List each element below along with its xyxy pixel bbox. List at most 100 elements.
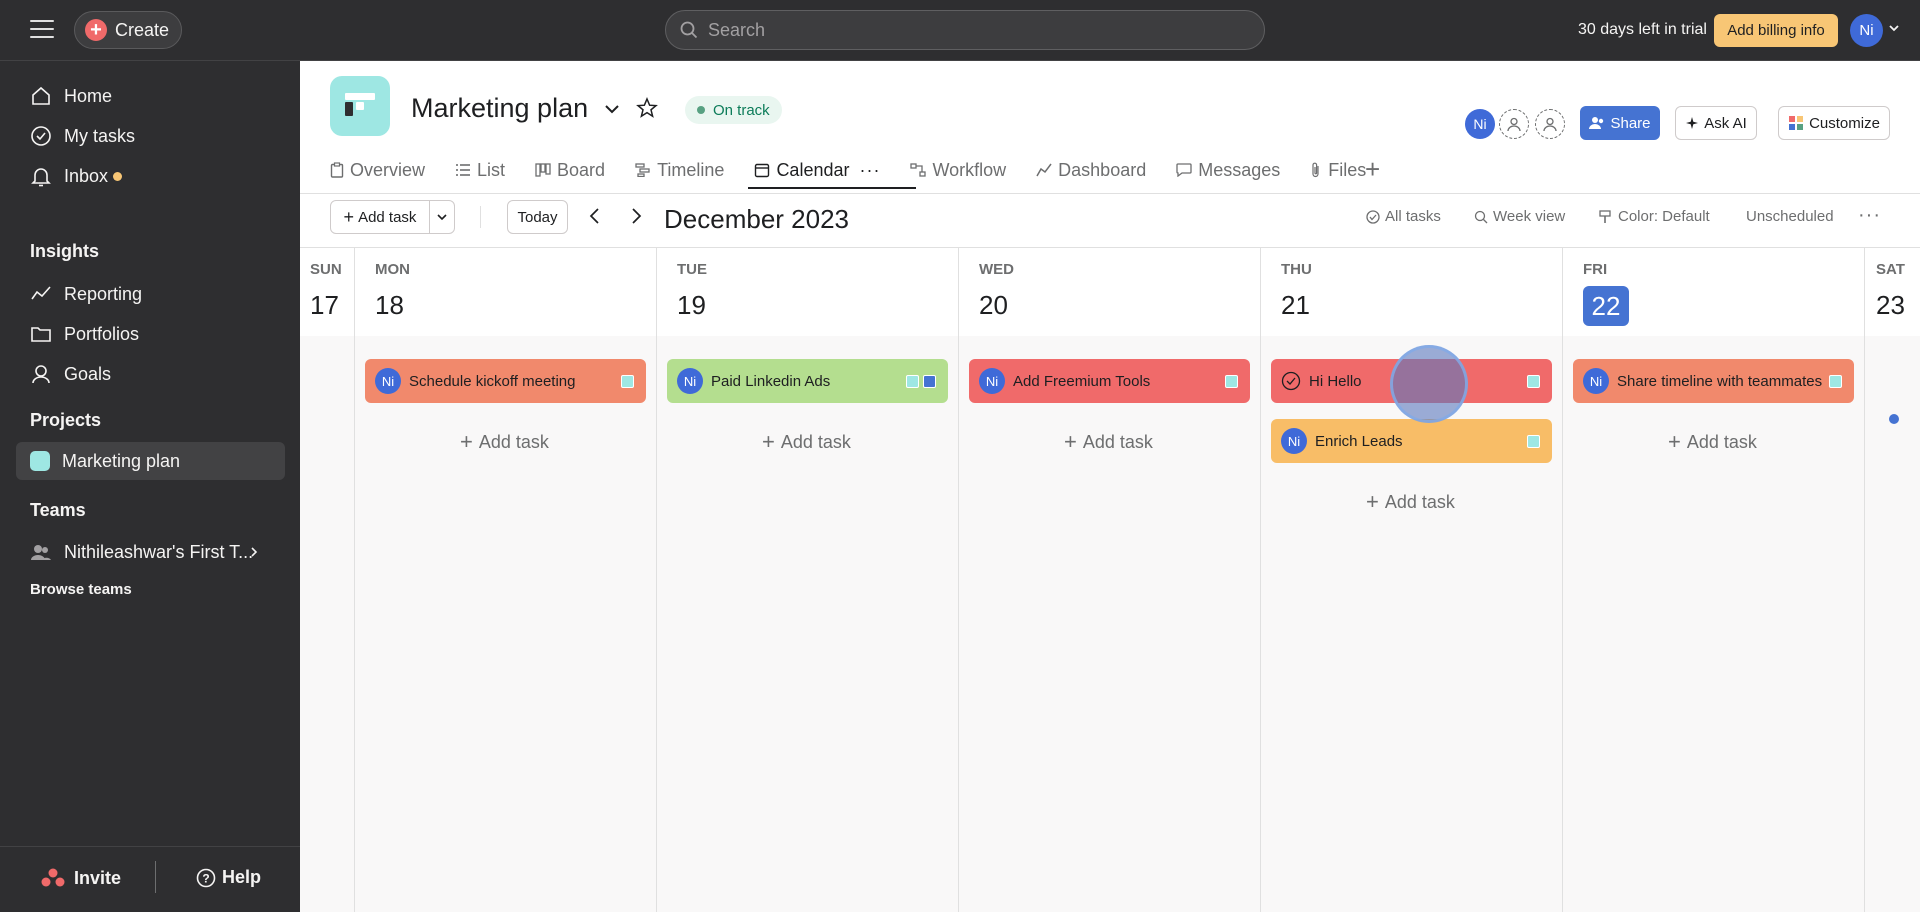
task-card[interactable]: Ni Add Freemium Tools	[969, 359, 1250, 403]
day-number-17[interactable]: 17	[310, 290, 339, 321]
plus-icon: +	[460, 429, 473, 454]
column-divider	[958, 248, 959, 912]
today-button[interactable]: Today	[507, 200, 568, 234]
ask-ai-button[interactable]: Ask AI	[1675, 106, 1757, 140]
empty-member-avatar[interactable]	[1535, 109, 1565, 139]
sidebar: Home My tasks Inbox Insights Reporting P…	[0, 61, 300, 912]
tab-workflow[interactable]: Workflow	[910, 155, 1006, 185]
goals-icon	[32, 365, 50, 384]
task-card[interactable]: Hi Hello	[1271, 359, 1552, 403]
sidebar-item-home[interactable]: Home	[16, 77, 285, 115]
search-input[interactable]: Search	[665, 10, 1265, 50]
tab-overview[interactable]: Overview	[330, 155, 425, 185]
all-tasks-filter[interactable]: All tasks	[1366, 208, 1441, 225]
tab-more-icon[interactable]: ···	[859, 160, 880, 181]
chevron-right-icon[interactable]	[629, 207, 643, 225]
sidebar-item-label: Nithileashwar's First T...	[64, 541, 254, 562]
sidebar-item-my-tasks[interactable]: My tasks	[16, 117, 285, 155]
dashboard-icon	[1036, 163, 1052, 177]
tab-label: Messages	[1198, 159, 1281, 180]
add-task-inline[interactable]: + Add task	[1668, 431, 1757, 453]
star-icon[interactable]	[636, 97, 658, 119]
color-button[interactable]: Color: Default	[1599, 208, 1710, 225]
member-avatar[interactable]: Ni	[1465, 109, 1495, 139]
task-title: Paid Linkedin Ads	[711, 372, 831, 390]
sidebar-item-label: Goals	[64, 363, 112, 384]
task-card[interactable]: Ni Schedule kickoff meeting	[365, 359, 646, 403]
tab-files[interactable]: Files	[1310, 155, 1366, 185]
teams-heading[interactable]: Teams	[30, 500, 86, 521]
tab-timeline[interactable]: Timeline	[635, 155, 724, 185]
search-placeholder: Search	[708, 19, 766, 40]
tab-label: Timeline	[657, 159, 725, 180]
ask-ai-label: Ask AI	[1704, 114, 1747, 132]
sidebar-item-label: My tasks	[64, 125, 136, 146]
create-button[interactable]: + Create	[74, 11, 182, 49]
column-divider	[1864, 248, 1865, 912]
day-number-20[interactable]: 20	[979, 290, 1008, 321]
empty-member-avatar[interactable]	[1499, 109, 1529, 139]
tab-calendar[interactable]: Calendar ···	[748, 155, 917, 189]
trial-text: 30 days left in trial	[1578, 21, 1707, 38]
assignee-avatar: Ni	[979, 368, 1005, 394]
sidebar-item-label: Home	[64, 85, 113, 106]
add-task-inline[interactable]: + Add task	[762, 431, 851, 453]
add-task-button[interactable]: + Add task	[330, 200, 430, 234]
hamburger-menu-icon[interactable]	[30, 20, 54, 40]
day-name-sun: SUN	[310, 261, 342, 278]
day-number-19[interactable]: 19	[677, 290, 706, 321]
sidebar-item-marketing-plan[interactable]: Marketing plan	[16, 442, 285, 480]
task-indicator-dot[interactable]	[1889, 414, 1899, 424]
tab-label: Overview	[350, 159, 426, 180]
chevron-left-icon[interactable]	[588, 207, 602, 225]
day-number-23[interactable]: 23	[1876, 290, 1905, 321]
sidebar-item-inbox[interactable]: Inbox	[16, 157, 285, 195]
add-billing-button[interactable]: Add billing info	[1714, 14, 1838, 47]
insights-heading[interactable]: Insights	[30, 241, 99, 262]
user-avatar[interactable]: Ni	[1850, 14, 1883, 47]
tab-list[interactable]: List	[455, 155, 505, 185]
sidebar-item-reporting[interactable]: Reporting	[16, 275, 285, 313]
task-title: Share timeline with teammates	[1617, 372, 1823, 390]
unscheduled-button[interactable]: Unscheduled	[1746, 208, 1834, 225]
month-title: December 2023	[664, 204, 849, 234]
add-task-inline[interactable]: + Add task	[1064, 431, 1153, 453]
more-options-icon[interactable]: ···	[1858, 204, 1881, 227]
projects-heading[interactable]: Projects	[30, 410, 101, 431]
task-card[interactable]: Ni Share timeline with teammates	[1573, 359, 1854, 403]
share-button[interactable]: Share	[1580, 106, 1660, 140]
project-title[interactable]: Marketing plan	[411, 93, 588, 124]
day-number-21[interactable]: 21	[1281, 290, 1310, 321]
tab-dashboard[interactable]: Dashboard	[1036, 155, 1146, 185]
invite-button[interactable]: Invite	[40, 867, 121, 889]
customize-grid-icon	[1789, 116, 1804, 130]
day-name-fri: FRI	[1583, 261, 1608, 278]
browse-teams-link[interactable]: Browse teams	[30, 581, 132, 598]
sidebar-item-label: Inbox	[64, 165, 109, 186]
sidebar-item-portfolios[interactable]: Portfolios	[16, 315, 285, 353]
add-tab-button[interactable]: +	[1365, 155, 1380, 183]
sidebar-item-goals[interactable]: Goals	[16, 355, 285, 393]
help-button[interactable]: ? Help	[196, 867, 261, 888]
chevron-down-icon[interactable]	[1888, 22, 1900, 34]
task-title: Hi Hello	[1309, 372, 1362, 390]
check-circle-icon[interactable]	[1281, 371, 1301, 391]
tab-label: Board	[557, 159, 606, 180]
project-tag-icon	[1225, 375, 1238, 388]
customize-button[interactable]: Customize	[1778, 106, 1890, 140]
add-task-inline[interactable]: + Add task	[460, 431, 549, 453]
sidebar-item-label: Reporting	[64, 283, 143, 304]
add-task-inline[interactable]: + Add task	[1366, 491, 1455, 513]
week-view-button[interactable]: Week view	[1474, 208, 1565, 225]
chevron-down-icon[interactable]	[602, 99, 622, 119]
add-task-dropdown[interactable]	[429, 200, 455, 234]
sidebar-item-team[interactable]: Nithileashwar's First T...	[16, 533, 285, 571]
tab-board[interactable]: Board	[535, 155, 605, 185]
day-number-18[interactable]: 18	[375, 290, 404, 321]
task-card[interactable]: Ni Enrich Leads	[1271, 419, 1552, 463]
project-icon[interactable]	[330, 76, 390, 136]
tab-messages[interactable]: Messages	[1176, 155, 1280, 185]
task-card[interactable]: Ni Paid Linkedin Ads	[667, 359, 948, 403]
day-number-22-today[interactable]: 22	[1583, 286, 1629, 326]
status-badge[interactable]: On track	[685, 96, 782, 124]
